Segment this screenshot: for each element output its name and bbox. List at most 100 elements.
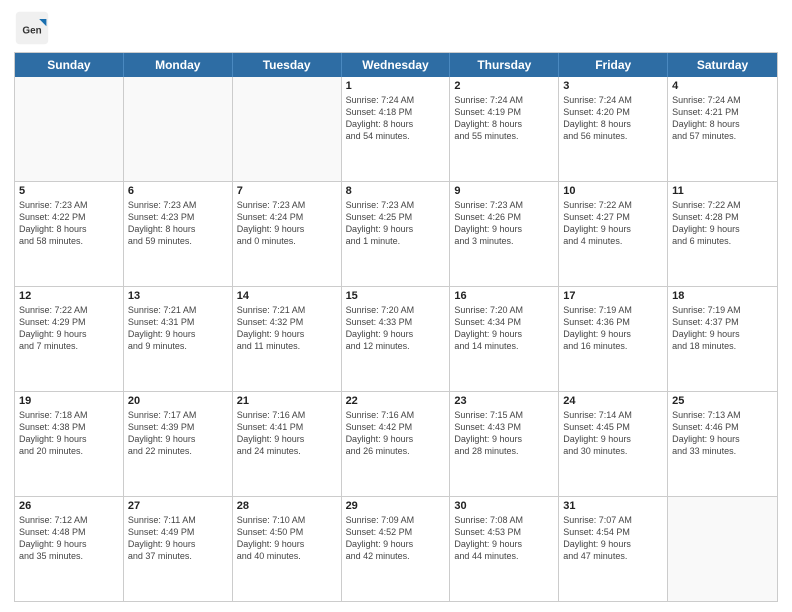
cell-line: Sunrise: 7:20 AM [346, 304, 446, 316]
cell-line: Sunset: 4:26 PM [454, 211, 554, 223]
cell-line: Daylight: 9 hours [672, 223, 773, 235]
cell-line: Sunrise: 7:20 AM [454, 304, 554, 316]
cell-line: Sunrise: 7:09 AM [346, 514, 446, 526]
cell-line: and 56 minutes. [563, 130, 663, 142]
cell-line: Sunset: 4:38 PM [19, 421, 119, 433]
cell-line: Daylight: 8 hours [346, 118, 446, 130]
cell-line: Daylight: 9 hours [237, 223, 337, 235]
cell-line: Daylight: 9 hours [128, 328, 228, 340]
cell-line: and 44 minutes. [454, 550, 554, 562]
cell-line: Daylight: 9 hours [454, 538, 554, 550]
cal-cell-day-11: 11Sunrise: 7:22 AMSunset: 4:28 PMDayligh… [668, 182, 777, 286]
cell-line: Sunset: 4:52 PM [346, 526, 446, 538]
cal-cell-day-26: 26Sunrise: 7:12 AMSunset: 4:48 PMDayligh… [15, 497, 124, 601]
cell-line: and 1 minute. [346, 235, 446, 247]
day-number: 14 [237, 290, 337, 302]
cal-header-sunday: Sunday [15, 53, 124, 77]
cal-week-1: 1Sunrise: 7:24 AMSunset: 4:18 PMDaylight… [15, 77, 777, 181]
cell-line: Daylight: 9 hours [346, 328, 446, 340]
day-number: 1 [346, 80, 446, 92]
day-number: 25 [672, 395, 773, 407]
cell-line: Sunset: 4:25 PM [346, 211, 446, 223]
cell-line: Sunrise: 7:24 AM [672, 94, 773, 106]
cell-line: Sunrise: 7:23 AM [454, 199, 554, 211]
cell-line: Daylight: 9 hours [128, 538, 228, 550]
cell-line: and 40 minutes. [237, 550, 337, 562]
cell-line: Daylight: 8 hours [19, 223, 119, 235]
cell-line: and 7 minutes. [19, 340, 119, 352]
cell-line: and 11 minutes. [237, 340, 337, 352]
cell-line: Sunrise: 7:10 AM [237, 514, 337, 526]
cal-week-4: 19 Sunrise: 7:18 AMSunset: 4:38 PM Dayligh… [15, 391, 777, 496]
day-number: 19 [19, 395, 119, 407]
day-number: 26 [19, 500, 119, 512]
cell-line: Daylight: 9 hours [563, 538, 663, 550]
cell-line: Sunrise: 7:22 AM [19, 304, 119, 316]
day-number: 24 [563, 395, 663, 407]
day-number: 13 [128, 290, 228, 302]
cell-line: Sunrise: 7:11 AM [128, 514, 228, 526]
cell-line: and 59 minutes. [128, 235, 228, 247]
day-number: 16 [454, 290, 554, 302]
cell-line: and 35 minutes. [19, 550, 119, 562]
cell-line: Sunrise: 7:23 AM [128, 199, 228, 211]
day-number: 15 [346, 290, 446, 302]
cal-cell-day-15: 15 Sunrise: 7:20 AMSunset: 4:33 PMDayligh… [342, 287, 451, 391]
cell-line: Sunrise: 7:21 AM [237, 304, 337, 316]
cell-line: Daylight: 8 hours [672, 118, 773, 130]
cal-cell-day-5: 5Sunrise: 7:23 AMSunset: 4:22 PMDaylight… [15, 182, 124, 286]
cal-cell-day-1: 1Sunrise: 7:24 AMSunset: 4:18 PMDaylight… [342, 77, 451, 181]
cal-cell-empty [233, 77, 342, 181]
cell-line: Daylight: 9 hours [672, 433, 773, 445]
cell-line: Daylight: 9 hours [454, 433, 554, 445]
cell-line: and 18 minutes. [672, 340, 773, 352]
cell-line: and 30 minutes. [563, 445, 663, 457]
cell-line: Sunset: 4:32 PM [237, 316, 337, 328]
cell-line: Daylight: 9 hours [563, 433, 663, 445]
cal-cell-day-31: 31Sunrise: 7:07 AMSunset: 4:54 PMDayligh… [559, 497, 668, 601]
cell-line: Daylight: 9 hours [563, 328, 663, 340]
cell-line: Sunset: 4:23 PM [128, 211, 228, 223]
day-number: 11 [672, 185, 773, 197]
cal-cell-day-4: 4Sunrise: 7:24 AMSunset: 4:21 PMDaylight… [668, 77, 777, 181]
cell-line: Sunset: 4:41 PM [237, 421, 337, 433]
cell-line: and 16 minutes. [563, 340, 663, 352]
cell-line: Daylight: 9 hours [128, 433, 228, 445]
cell-line: Sunset: 4:31 PM [128, 316, 228, 328]
cell-line: Sunrise: 7:24 AM [454, 94, 554, 106]
cell-line: and 42 minutes. [346, 550, 446, 562]
cell-line: and 20 minutes. [19, 445, 119, 457]
cal-header-saturday: Saturday [668, 53, 777, 77]
cell-line: and 54 minutes. [346, 130, 446, 142]
cell-line: Sunset: 4:33 PM [346, 316, 446, 328]
cell-line: Daylight: 9 hours [454, 223, 554, 235]
cell-line: and 22 minutes. [128, 445, 228, 457]
cell-line: Daylight: 9 hours [19, 328, 119, 340]
cal-cell-day-7: 7Sunrise: 7:23 AMSunset: 4:24 PMDaylight… [233, 182, 342, 286]
cell-line: Sunrise: 7:16 AM [346, 409, 446, 421]
cal-cell-day-24: 24Sunrise: 7:14 AMSunset: 4:45 PMDayligh… [559, 392, 668, 496]
day-number: 23 [454, 395, 554, 407]
cell-line: and 57 minutes. [672, 130, 773, 142]
cell-line: and 37 minutes. [128, 550, 228, 562]
cell-line: Sunset: 4:21 PM [672, 106, 773, 118]
cal-cell-day-30: 30Sunrise: 7:08 AMSunset: 4:53 PMDayligh… [450, 497, 559, 601]
cal-header-monday: Monday [124, 53, 233, 77]
cell-line: Daylight: 9 hours [563, 223, 663, 235]
cal-cell-day-21: 21Sunrise: 7:16 AMSunset: 4:41 PMDayligh… [233, 392, 342, 496]
cell-line: Sunrise: 7:17 AM [128, 409, 228, 421]
cell-line: Sunset: 4:43 PM [454, 421, 554, 433]
logo: Gen [14, 10, 54, 46]
cell-line: and 28 minutes. [454, 445, 554, 457]
cal-cell-day-12: 12Sunrise: 7:22 AMSunset: 4:29 PMDayligh… [15, 287, 124, 391]
logo-icon: Gen [14, 10, 50, 46]
cell-line: and 24 minutes. [237, 445, 337, 457]
day-number: 22 [346, 395, 446, 407]
cell-line: Sunset: 4:28 PM [672, 211, 773, 223]
cell-line: Daylight: 9 hours [346, 223, 446, 235]
cal-cell-day-8: 8Sunrise: 7:23 AMSunset: 4:25 PMDaylight… [342, 182, 451, 286]
page: Gen SundayMondayTuesdayWednesdayThursday… [0, 0, 792, 612]
cal-cell-day-18: 18Sunrise: 7:19 AMSunset: 4:37 PMDayligh… [668, 287, 777, 391]
day-number: 5 [19, 185, 119, 197]
cell-line: Sunrise: 7:18 AM [19, 409, 119, 421]
